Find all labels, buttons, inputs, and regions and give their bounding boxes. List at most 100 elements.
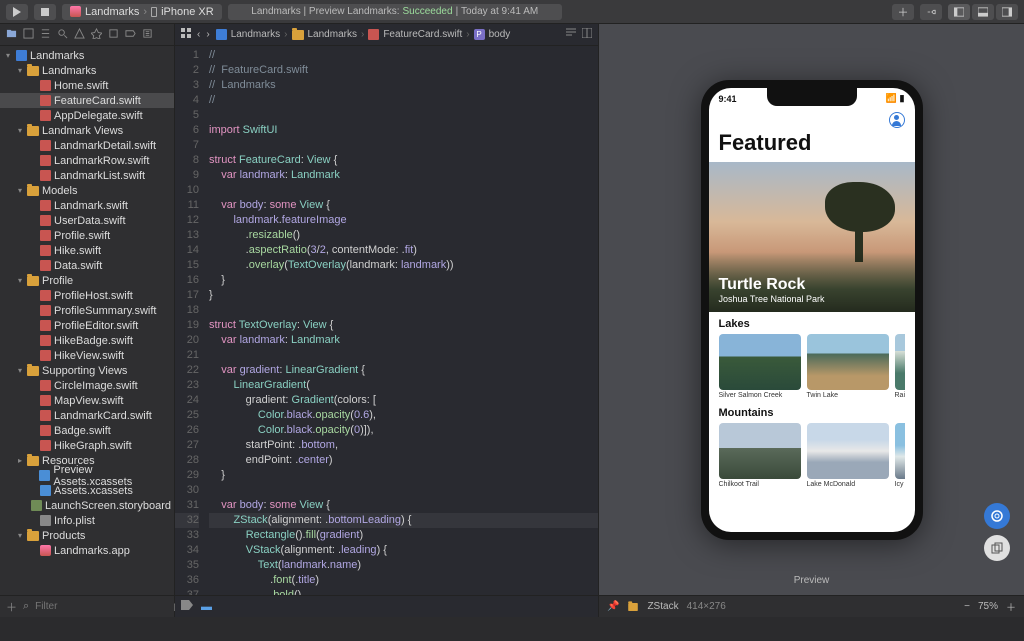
debug-console-button[interactable]: ▬ bbox=[201, 601, 212, 613]
profile-icon bbox=[889, 112, 905, 128]
swift-icon bbox=[368, 29, 379, 40]
preview-panel: 9:41 📶 ▮ Featured Turtle Rock Joshua Tre… bbox=[599, 24, 1024, 617]
file-info-plist[interactable]: Info.plist bbox=[0, 513, 174, 528]
file-hikebadge-swift[interactable]: HikeBadge.swift bbox=[0, 333, 174, 348]
file-userdata-swift[interactable]: UserData.swift bbox=[0, 213, 174, 228]
minimap-toggle[interactable] bbox=[566, 28, 576, 41]
canvas-refresh-button[interactable] bbox=[984, 503, 1010, 529]
navigator-panel: ▾Landmarks▾LandmarksHome.swiftFeatureCar… bbox=[0, 24, 175, 617]
file-profile[interactable]: ▾Profile bbox=[0, 273, 174, 288]
file-circleimage-swift[interactable]: CircleImage.swift bbox=[0, 378, 174, 393]
zoom-out-button[interactable]: − bbox=[964, 601, 970, 612]
file-hike-swift[interactable]: Hike.swift bbox=[0, 243, 174, 258]
file-profilehost-swift[interactable]: ProfileHost.swift bbox=[0, 288, 174, 303]
file-preview-assets-xcassets[interactable]: Preview Assets.xcassets bbox=[0, 468, 174, 483]
file-landmark-swift[interactable]: Landmark.swift bbox=[0, 198, 174, 213]
filter-input[interactable] bbox=[35, 601, 167, 612]
file-landmarkdetail-swift[interactable]: LandmarkDetail.swift bbox=[0, 138, 174, 153]
file-landmark-views[interactable]: ▾Landmark Views bbox=[0, 123, 174, 138]
folder-icon bbox=[629, 603, 639, 611]
toggle-inspector-button[interactable] bbox=[996, 4, 1018, 20]
stop-button[interactable] bbox=[34, 4, 56, 20]
disclosure-icon[interactable]: ▸ bbox=[16, 456, 24, 465]
file-data-swift[interactable]: Data.swift bbox=[0, 258, 174, 273]
file-products[interactable]: ▾Products bbox=[0, 528, 174, 543]
pin-icon[interactable]: 📌 bbox=[607, 601, 619, 612]
report-nav-tab[interactable] bbox=[142, 28, 153, 42]
zoom-in-button[interactable]: ＋ bbox=[1006, 599, 1016, 614]
section-mountains: MountainsChilkoot TrailLake McDonaldIcy … bbox=[709, 401, 915, 490]
issue-nav-tab[interactable] bbox=[74, 28, 85, 42]
file-landmarks-app[interactable]: Landmarks.app bbox=[0, 543, 174, 558]
zoom-level: 75% bbox=[978, 601, 998, 612]
project-icon bbox=[216, 29, 227, 40]
add-target-button[interactable]: ＋ bbox=[6, 599, 17, 615]
navigator-tabbar bbox=[0, 24, 174, 46]
file-landmarks[interactable]: ▾Landmarks bbox=[0, 48, 174, 63]
file-hikeview-swift[interactable]: HikeView.swift bbox=[0, 348, 174, 363]
toggle-debug-button[interactable] bbox=[972, 4, 994, 20]
thumbnail-image bbox=[895, 334, 905, 390]
file-hikegraph-swift[interactable]: HikeGraph.swift bbox=[0, 438, 174, 453]
device-icon bbox=[151, 7, 157, 17]
breakpoint-toggle[interactable] bbox=[181, 600, 193, 613]
source-editor[interactable]: 1234567891011121314151617181920212223242… bbox=[175, 46, 598, 595]
thumbnail-image bbox=[719, 423, 801, 479]
file-profilesummary-swift[interactable]: ProfileSummary.swift bbox=[0, 303, 174, 318]
project-nav-tab[interactable] bbox=[6, 28, 17, 42]
source-control-tab[interactable] bbox=[23, 28, 34, 42]
file-mapview-swift[interactable]: MapView.swift bbox=[0, 393, 174, 408]
hero-name: Turtle Rock bbox=[719, 276, 905, 294]
landmark-card: Lake McDonald bbox=[807, 423, 889, 488]
file-supporting-views[interactable]: ▾Supporting Views bbox=[0, 363, 174, 378]
disclosure-icon[interactable]: ▾ bbox=[4, 51, 12, 60]
chevron-right-icon: › bbox=[143, 6, 147, 18]
file-landmarks[interactable]: ▾Landmarks bbox=[0, 63, 174, 78]
thumbnail-image bbox=[895, 423, 905, 479]
disclosure-icon[interactable]: ▾ bbox=[16, 276, 24, 285]
scheme-selector[interactable]: Landmarks › iPhone XR bbox=[62, 4, 222, 20]
breadcrumb[interactable]: Landmarks› Landmarks› FeatureCard.swift›… bbox=[216, 29, 511, 40]
file-profile-swift[interactable]: Profile.swift bbox=[0, 228, 174, 243]
disclosure-icon[interactable]: ▾ bbox=[16, 126, 24, 135]
editor-footer: ▬ bbox=[175, 595, 598, 617]
preview-canvas[interactable]: 9:41 📶 ▮ Featured Turtle Rock Joshua Tre… bbox=[599, 24, 1024, 595]
file-appdelegate-swift[interactable]: AppDelegate.swift bbox=[0, 108, 174, 123]
debug-nav-tab[interactable] bbox=[108, 28, 119, 42]
toggle-navigator-button[interactable] bbox=[948, 4, 970, 20]
editor-options-button[interactable] bbox=[582, 28, 592, 41]
file-launchscreen-storyboard[interactable]: LaunchScreen.storyboard bbox=[0, 498, 174, 513]
find-nav-tab[interactable] bbox=[57, 28, 68, 42]
file-landmarklist-swift[interactable]: LandmarkList.swift bbox=[0, 168, 174, 183]
symbol-nav-tab[interactable] bbox=[40, 28, 51, 42]
forward-button[interactable]: › bbox=[206, 29, 209, 40]
file-featurecard-swift[interactable]: FeatureCard.swift bbox=[0, 93, 174, 108]
filter-bar: ＋ ⌕ ◻ ⧉ bbox=[0, 595, 174, 617]
preview-statusbar: 📌 ZStack 414×276 − 75% ＋ bbox=[599, 595, 1024, 617]
section-lakes: LakesSilver Salmon CreekTwin LakeRainbow… bbox=[709, 312, 915, 401]
breakpoint-nav-tab[interactable] bbox=[125, 28, 136, 42]
run-button[interactable] bbox=[6, 4, 28, 20]
test-nav-tab[interactable] bbox=[91, 28, 102, 42]
scheme-device: iPhone XR bbox=[161, 6, 214, 18]
back-button[interactable]: ‹ bbox=[197, 29, 200, 40]
file-landmarkcard-swift[interactable]: LandmarkCard.swift bbox=[0, 408, 174, 423]
file-landmarkrow-swift[interactable]: LandmarkRow.swift bbox=[0, 153, 174, 168]
disclosure-icon[interactable]: ▾ bbox=[16, 531, 24, 540]
landscape-image bbox=[825, 182, 895, 262]
disclosure-icon[interactable]: ▾ bbox=[16, 66, 24, 75]
device-notch bbox=[767, 88, 857, 106]
file-profileeditor-swift[interactable]: ProfileEditor.swift bbox=[0, 318, 174, 333]
file-badge-swift[interactable]: Badge.swift bbox=[0, 423, 174, 438]
add-button[interactable]: ＋ bbox=[892, 4, 914, 20]
file-home-swift[interactable]: Home.swift bbox=[0, 78, 174, 93]
canvas-duplicate-button[interactable] bbox=[984, 535, 1010, 561]
library-button[interactable] bbox=[920, 4, 942, 20]
related-items-button[interactable] bbox=[181, 28, 191, 41]
disclosure-icon[interactable]: ▾ bbox=[16, 366, 24, 375]
thumbnail-image bbox=[807, 334, 889, 390]
landmark-card: Icy Bay bbox=[895, 423, 905, 488]
file-models[interactable]: ▾Models bbox=[0, 183, 174, 198]
page-title: Featured bbox=[709, 130, 915, 162]
disclosure-icon[interactable]: ▾ bbox=[16, 186, 24, 195]
